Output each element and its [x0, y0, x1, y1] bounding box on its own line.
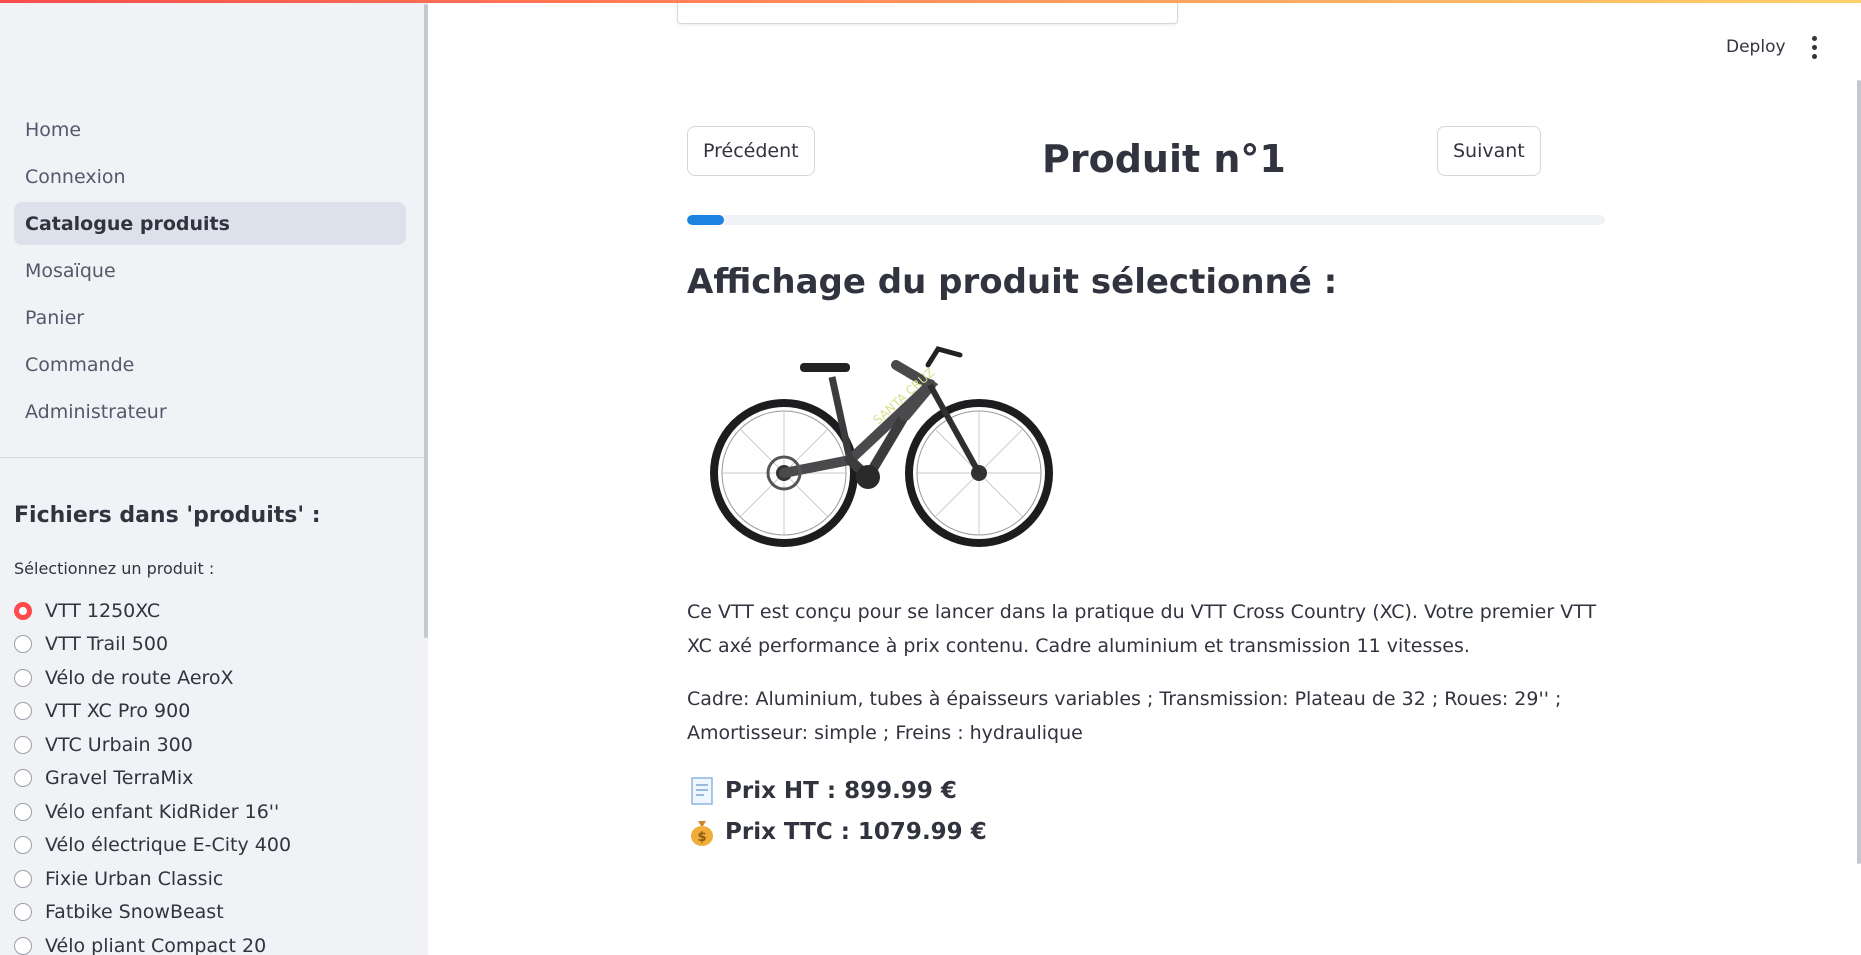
radio-button[interactable]	[14, 903, 32, 922]
radio-option-label: Gravel TerraMix	[45, 767, 194, 790]
price-ht-text: Prix HT : 899.99 €	[725, 778, 957, 804]
product-description: Ce VTT est conçu pour se lancer dans la …	[687, 601, 1597, 657]
product-radio-option[interactable]: VTT XC Pro 900	[14, 695, 291, 729]
sidebar-item-commande[interactable]: Commande	[14, 343, 406, 386]
toast-notification	[677, 0, 1178, 24]
next-button[interactable]: Suivant	[1437, 126, 1541, 176]
sidebar-item-label: Panier	[25, 306, 85, 329]
product-radio-option[interactable]: VTC Urbain 300	[14, 728, 291, 762]
radio-option-label: VTT XC Pro 900	[45, 700, 191, 723]
sidebar-item-home[interactable]: Home	[14, 108, 406, 151]
radio-button-checked[interactable]	[14, 601, 32, 620]
product-radio-option[interactable]: Fatbike SnowBeast	[14, 896, 291, 930]
product-image-bike: SANTA CRUZ	[710, 346, 1053, 547]
sidebar-item-label: Mosaïque	[25, 259, 116, 282]
radio-button[interactable]	[14, 668, 32, 687]
product-radio-option[interactable]: Vélo pliant Compact 20	[14, 929, 291, 955]
product-select-label: Sélectionnez un produit :	[14, 559, 215, 578]
sidebar-item-mosaique[interactable]: Mosaïque	[14, 249, 406, 292]
radio-button[interactable]	[14, 802, 32, 821]
radio-option-label: VTT 1250XC	[45, 599, 161, 622]
radio-option-label: Fatbike SnowBeast	[45, 901, 224, 924]
more-vertical-icon[interactable]	[1802, 32, 1826, 62]
sidebar-item-label: Administrateur	[25, 400, 167, 423]
radio-option-label: Vélo enfant KidRider 16''	[45, 800, 280, 823]
product-radio-group: VTT 1250XC VTT Trail 500 Vélo de route A…	[14, 594, 291, 955]
radio-button[interactable]	[14, 635, 32, 654]
price-ht: Prix HT : 899.99 €	[687, 776, 957, 806]
menu-dot	[1811, 35, 1817, 41]
money-bag-symbol: $	[697, 830, 706, 845]
product-radio-option[interactable]: VTT 1250XC	[14, 594, 291, 628]
radio-option-label: VTC Urbain 300	[45, 733, 193, 756]
radio-button[interactable]	[14, 936, 32, 955]
deploy-button[interactable]: Deploy	[1714, 34, 1798, 60]
radio-option-label: VTT Trail 500	[45, 633, 169, 656]
progress-bar	[687, 215, 1605, 225]
sidebar: Home Connexion Catalogue produits Mosaïq…	[0, 0, 428, 955]
sidebar-item-label: Connexion	[25, 165, 126, 188]
radio-button[interactable]	[14, 702, 32, 721]
section-title: Affichage du produit sélectionné :	[687, 262, 1338, 302]
sidebar-item-connexion[interactable]: Connexion	[14, 155, 406, 198]
product-radio-option[interactable]: VTT Trail 500	[14, 628, 291, 662]
product-radio-option[interactable]: Gravel TerraMix	[14, 762, 291, 796]
sidebar-scrollbar[interactable]	[424, 4, 428, 638]
product-radio-option[interactable]: Vélo enfant KidRider 16''	[14, 795, 291, 829]
price-ttc-text: Prix TTC : 1079.99 €	[725, 819, 987, 845]
menu-dot	[1811, 53, 1817, 59]
radio-option-label: Fixie Urban Classic	[45, 867, 224, 890]
radio-option-label: Vélo de route AeroX	[45, 666, 234, 689]
radio-button[interactable]	[14, 735, 32, 754]
sidebar-nav: Home Connexion Catalogue produits Mosaïq…	[14, 108, 406, 437]
top-decoration-bar	[0, 0, 1861, 3]
radio-button[interactable]	[14, 769, 32, 788]
sidebar-item-panier[interactable]: Panier	[14, 296, 406, 339]
main-scrollbar[interactable]	[1857, 80, 1861, 864]
price-ttc: $ Prix TTC : 1079.99 €	[687, 817, 987, 847]
sidebar-item-label: Commande	[25, 353, 135, 376]
radio-button[interactable]	[14, 869, 32, 888]
radio-button[interactable]	[14, 836, 32, 855]
files-section-title: Fichiers dans 'produits' :	[14, 503, 321, 528]
receipt-icon	[691, 777, 713, 805]
sidebar-divider	[0, 457, 424, 458]
product-specs: Cadre: Aluminium, tubes à épaisseurs var…	[687, 688, 1562, 744]
progress-bar-fill	[687, 215, 724, 225]
menu-dot	[1811, 44, 1817, 50]
product-radio-option[interactable]: Vélo de route AeroX	[14, 661, 291, 695]
product-title: Produit n°1	[1042, 137, 1286, 181]
previous-button[interactable]: Précédent	[687, 126, 815, 176]
sidebar-item-label: Home	[25, 118, 82, 141]
product-radio-option[interactable]: Vélo électrique E-City 400	[14, 829, 291, 863]
sidebar-item-administrateur[interactable]: Administrateur	[14, 390, 406, 433]
product-radio-option[interactable]: Fixie Urban Classic	[14, 862, 291, 896]
radio-option-label: Vélo pliant Compact 20	[45, 934, 267, 955]
money-bag-icon: $	[691, 821, 713, 846]
sidebar-item-label: Catalogue produits	[25, 212, 230, 235]
radio-option-label: Vélo électrique E-City 400	[45, 834, 292, 857]
sidebar-item-catalogue-produits[interactable]: Catalogue produits	[14, 202, 406, 245]
